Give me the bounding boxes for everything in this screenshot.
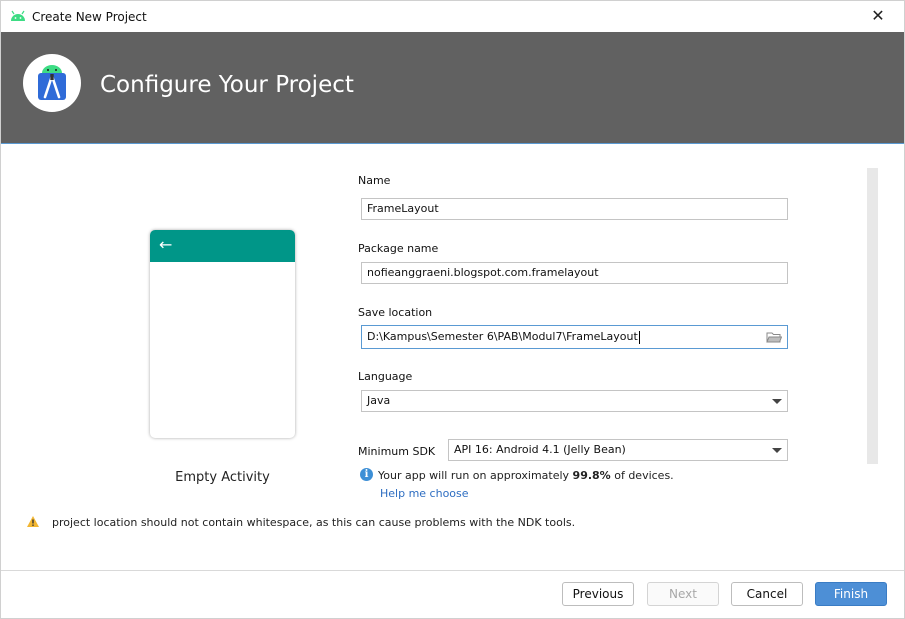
folder-icon[interactable] [766, 331, 782, 343]
chevron-down-icon [772, 399, 782, 404]
text-cursor [638, 330, 640, 344]
close-icon[interactable]: ✕ [868, 6, 888, 26]
info-icon: i [360, 468, 373, 481]
package-name-field[interactable]: nofieanggraeni.blogspot.com.framelayout [361, 262, 788, 284]
save-location-field[interactable]: D:\Kampus\Semester 6\PAB\Modul7\FrameLay… [361, 325, 788, 349]
minimum-sdk-select[interactable]: API 16: Android 4.1 (Jelly Bean) [448, 439, 788, 461]
page-title: Configure Your Project [100, 72, 354, 98]
language-label: Language [358, 370, 413, 383]
header-divider [1, 143, 904, 144]
save-location-value: D:\Kampus\Semester 6\PAB\Modul7\FrameLay… [367, 330, 638, 343]
next-button[interactable]: Next [647, 582, 719, 606]
vertical-scrollbar[interactable] [867, 168, 878, 464]
chevron-down-icon [772, 448, 782, 453]
info-percent: 99.8% [572, 469, 611, 482]
cancel-button[interactable]: Cancel [731, 582, 803, 606]
package-name-label: Package name [358, 242, 439, 255]
name-label: Name [358, 174, 391, 187]
window-title: Create New Project [32, 10, 147, 24]
preview-toolbar: ← [150, 230, 295, 262]
info-prefix: Your app will run on approximately [378, 469, 573, 482]
name-field[interactable]: FrameLayout [361, 198, 788, 220]
save-location-label: Save location [358, 306, 433, 319]
info-suffix: of devices. [610, 469, 674, 482]
minimum-sdk-label: Minimum SDK [358, 445, 436, 458]
warning-icon [27, 516, 39, 527]
template-preview: ← [150, 230, 295, 438]
template-label: Empty Activity [175, 470, 270, 485]
android-studio-icon [38, 65, 66, 100]
previous-button[interactable]: Previous [562, 582, 634, 606]
minimum-sdk-value: API 16: Android 4.1 (Jelly Bean) [454, 443, 626, 456]
back-arrow-icon: ← [159, 235, 173, 254]
footer-divider [1, 570, 904, 571]
language-value: Java [367, 394, 391, 407]
language-select[interactable]: Java [361, 390, 788, 412]
sdk-coverage-text: Your app will run on approximately 99.8%… [378, 469, 674, 482]
help-me-choose-link[interactable]: Help me choose [380, 487, 469, 500]
android-icon [11, 10, 25, 21]
finish-button[interactable]: Finish [815, 582, 887, 606]
header-banner: Configure Your Project [1, 32, 904, 143]
warning-message: project location should not contain whit… [52, 516, 576, 529]
android-studio-logo [23, 54, 81, 112]
title-bar: Create New Project ✕ [1, 1, 904, 32]
